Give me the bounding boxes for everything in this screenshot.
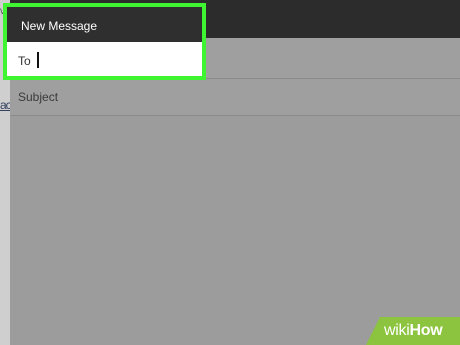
watermark-wiki: wiki bbox=[384, 322, 410, 339]
to-label: To bbox=[18, 54, 31, 68]
highlighted-to-field: New Message To bbox=[3, 3, 206, 80]
subject-label: Subject bbox=[18, 90, 59, 104]
highlighted-title-bar: New Message bbox=[7, 7, 202, 42]
highlighted-title: New Message bbox=[21, 19, 98, 33]
text-cursor bbox=[37, 52, 39, 68]
watermark-how: How bbox=[409, 322, 443, 339]
to-field[interactable]: To bbox=[7, 42, 202, 76]
watermark-text: wikiHow bbox=[384, 322, 443, 340]
wikihow-watermark: wikiHow bbox=[366, 317, 460, 345]
message-body[interactable] bbox=[10, 116, 460, 345]
subject-field[interactable]: Subject bbox=[10, 79, 460, 116]
